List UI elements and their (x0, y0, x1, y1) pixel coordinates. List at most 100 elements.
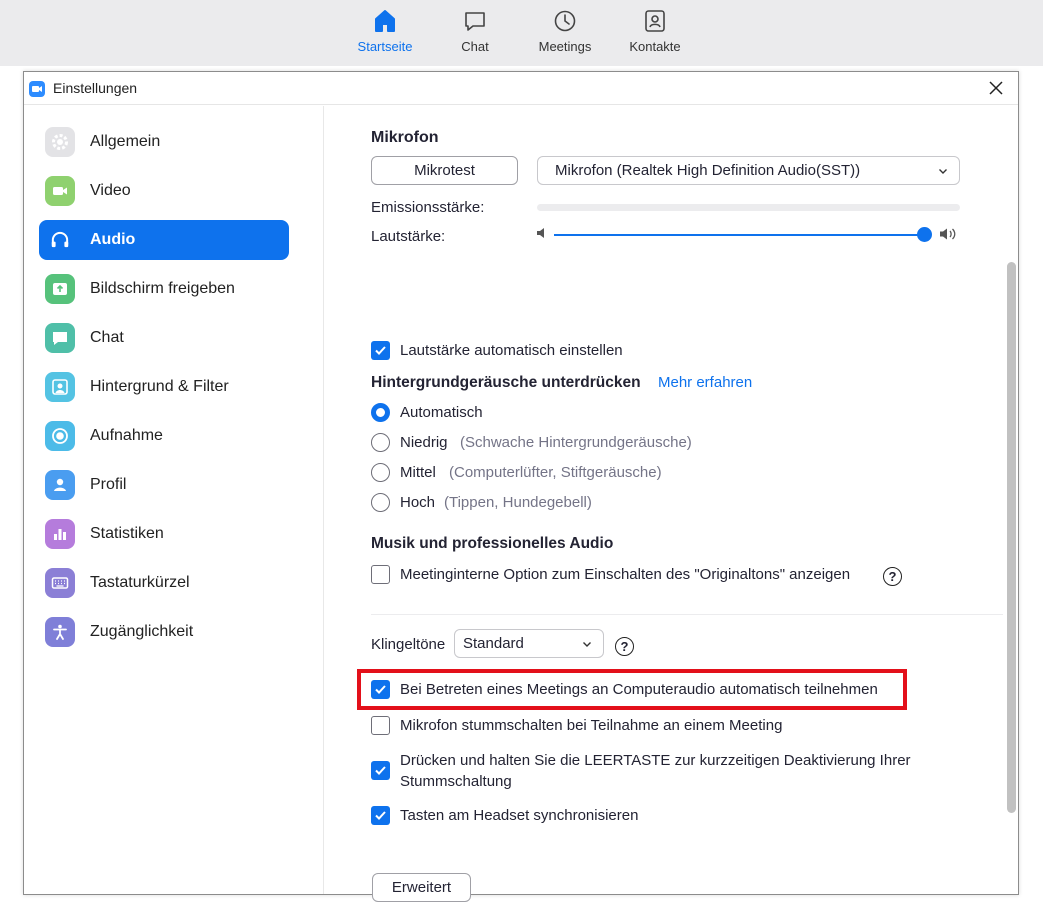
sidebar-item-label: Zugänglichkeit (90, 623, 194, 640)
noise-option-label: Niedrig (400, 434, 448, 451)
headphones-icon (45, 225, 75, 255)
help-icon[interactable]: ? (883, 567, 902, 586)
noise-option-high-radio[interactable] (371, 493, 390, 512)
record-icon (45, 421, 75, 451)
volume-slider-track[interactable] (554, 234, 925, 236)
noise-option-hint: (Computerlüfter, Stiftgeräusche) (449, 464, 662, 481)
sidebar-item-zugaenglichkeit[interactable]: Zugänglichkeit (39, 612, 289, 652)
sidebar-item-label: Aufnahme (90, 427, 163, 444)
noise-suppression-heading: Hintergrundgeräusche unterdrücken (371, 374, 641, 391)
sidebar-item-audio[interactable]: Audio (39, 220, 289, 260)
help-icon[interactable]: ? (615, 637, 634, 656)
volume-label: Lautstärke: (371, 228, 446, 245)
original-sound-label: Meetinginterne Option zum Einschalten de… (400, 566, 851, 583)
sidebar-item-chat[interactable]: Chat (39, 318, 289, 358)
noise-option-auto-radio[interactable] (371, 403, 390, 422)
chevron-down-icon (939, 169, 947, 174)
music-audio-heading: Musik und professionelles Audio (371, 535, 614, 552)
contacts-icon (645, 10, 665, 32)
mute-mic-on-join-label: Mikrofon stummschalten bei Teilnahme an … (400, 717, 783, 734)
background-icon (45, 372, 75, 402)
nav-home[interactable]: Startseite (345, 8, 425, 54)
push-to-talk-label-line1: Drücken und halten Sie die LEERTASTE zur… (400, 752, 911, 769)
advanced-button[interactable]: Erweitert (372, 873, 471, 902)
push-to-talk-checkbox[interactable] (371, 761, 390, 780)
statistics-icon (45, 519, 75, 549)
headset-sync-checkbox[interactable] (371, 806, 390, 825)
keyboard-icon (45, 568, 75, 598)
share-screen-icon (45, 274, 75, 304)
auto-volume-checkbox[interactable] (371, 341, 390, 360)
settings-sidebar: Allgemein Video Audio Bildschirm freigeb… (24, 106, 324, 894)
volume-slider-handle[interactable] (917, 227, 932, 242)
nav-home-label: Startseite (357, 39, 413, 54)
sidebar-item-label: Chat (90, 329, 124, 346)
noise-option-label: Automatisch (400, 404, 483, 421)
nav-chat-label: Chat (461, 39, 489, 54)
home-icon (375, 10, 395, 32)
clock-icon (554, 10, 576, 32)
sidebar-item-statistiken[interactable]: Statistiken (39, 514, 289, 554)
sidebar-item-bildschirm-freigeben[interactable]: Bildschirm freigeben (39, 269, 289, 309)
ringtone-select[interactable]: Standard (454, 629, 604, 658)
speaker-low-icon (537, 228, 544, 238)
sidebar-item-label: Video (90, 182, 131, 199)
profile-icon (45, 470, 75, 500)
zoom-app-icon (29, 81, 45, 97)
ringtone-label: Klingeltöne (371, 636, 446, 653)
settings-window: Einstellungen Allgemein Video Audio Bild… (23, 71, 1019, 902)
auto-join-audio-label: Bei Betreten eines Meetings an Computera… (400, 681, 878, 698)
sidebar-item-label: Hintergrund & Filter (90, 378, 229, 395)
sidebar-item-tastaturkuerzel[interactable]: Tastaturkürzel (39, 563, 289, 603)
mic-device-value: Mikrofon (Realtek High Definition Audio(… (555, 162, 861, 179)
chevron-down-icon (583, 642, 591, 647)
emission-label: Emissionsstärke: (371, 199, 485, 216)
sidebar-item-hintergrund-filter[interactable]: Hintergrund & Filter (39, 367, 289, 407)
section-divider (371, 614, 1003, 615)
learn-more-link[interactable]: Mehr erfahren (658, 374, 752, 391)
mic-test-button[interactable]: Mikrotest (371, 156, 518, 185)
checkmark-icon (375, 766, 386, 775)
video-icon (45, 176, 75, 206)
window-titlebar: Einstellungen (24, 72, 1018, 105)
sidebar-item-label: Audio (90, 231, 136, 248)
mute-mic-on-join-checkbox[interactable] (371, 716, 390, 735)
noise-option-medium-radio[interactable] (371, 463, 390, 482)
audio-settings-panel: Mikrofon Mikrotest Mikrofon (Realtek Hig… (325, 106, 1018, 902)
auto-volume-label: Lautstärke automatisch einstellen (400, 342, 623, 359)
sidebar-item-label: Allgemein (90, 133, 161, 150)
sidebar-item-label: Tastaturkürzel (90, 574, 190, 591)
nav-chat[interactable]: Chat (435, 8, 515, 54)
nav-meetings[interactable]: Meetings (525, 8, 605, 54)
noise-option-low-radio[interactable] (371, 433, 390, 452)
chat-icon (45, 323, 75, 353)
auto-join-audio-checkbox[interactable] (371, 680, 390, 699)
push-to-talk-label-line2: Stummschaltung (400, 773, 512, 790)
checkmark-icon (375, 685, 386, 694)
top-navigation-bar: Startseite Chat Meetings Kontakte (0, 0, 1043, 66)
mic-device-select[interactable]: Mikrofon (Realtek High Definition Audio(… (537, 156, 960, 185)
sidebar-item-aufnahme[interactable]: Aufnahme (39, 416, 289, 456)
close-button[interactable] (986, 78, 1006, 98)
noise-option-label: Hoch (400, 494, 436, 511)
sidebar-item-profil[interactable]: Profil (39, 465, 289, 505)
input-level-meter (537, 204, 960, 211)
original-sound-checkbox[interactable] (371, 565, 390, 584)
noise-option-hint: (Schwache Hintergrundgeräusche) (460, 434, 692, 451)
close-icon (989, 81, 1003, 95)
sidebar-item-video[interactable]: Video (39, 171, 289, 211)
window-title: Einstellungen (53, 80, 138, 96)
checkmark-icon (375, 811, 386, 820)
scrollbar-thumb[interactable] (1007, 262, 1016, 813)
nav-contacts-label: Kontakte (629, 39, 681, 54)
speaker-high-icon (940, 228, 956, 240)
checkmark-icon (375, 346, 386, 355)
sidebar-item-label: Statistiken (90, 525, 164, 542)
chat-icon (465, 12, 485, 31)
sidebar-item-allgemein[interactable]: Allgemein (39, 122, 289, 162)
nav-contacts[interactable]: Kontakte (615, 8, 695, 54)
accessibility-icon (45, 617, 75, 647)
sidebar-item-label: Profil (90, 476, 127, 493)
gear-icon (45, 127, 75, 157)
sidebar-item-label: Bildschirm freigeben (90, 280, 235, 297)
